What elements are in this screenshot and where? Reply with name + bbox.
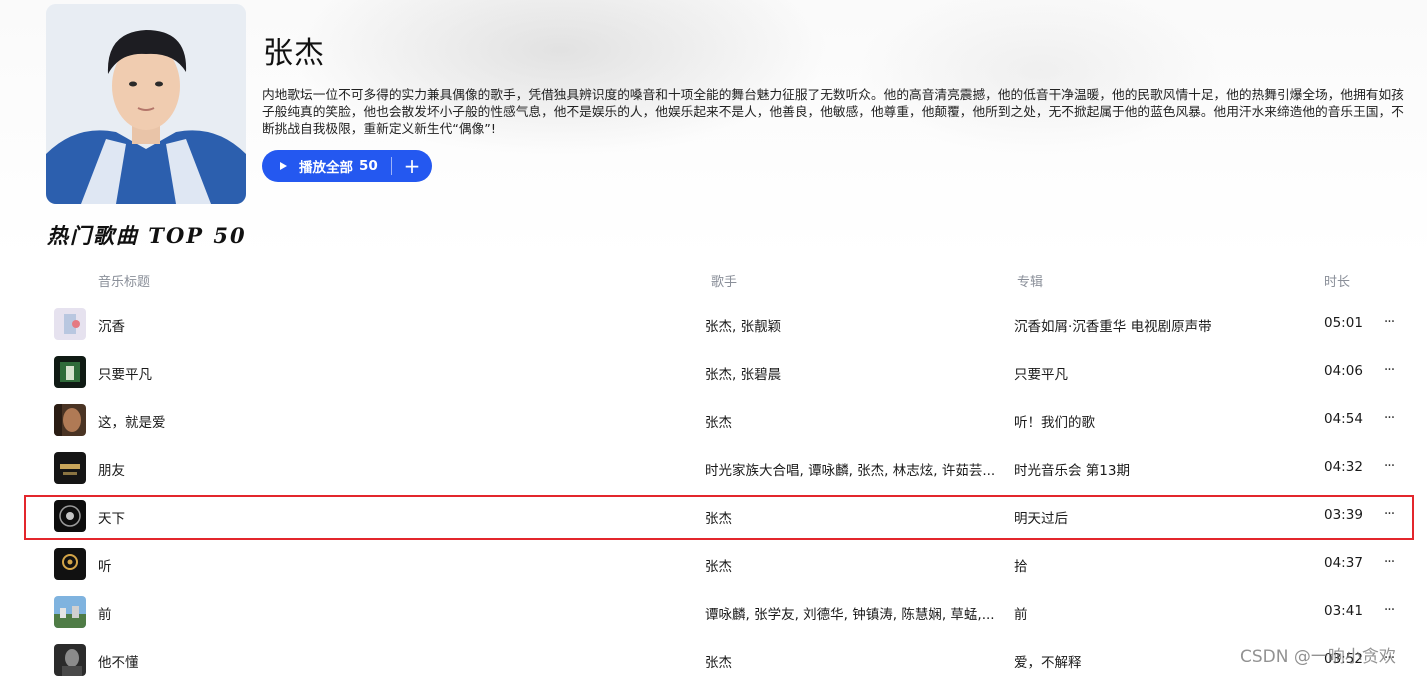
song-row[interactable]: 听 张杰 拾 04:37 ··· — [46, 540, 1406, 588]
song-album[interactable]: 听！我们的歌 — [1014, 411, 1304, 431]
play-all-button-group: 播放全部 50 + — [262, 150, 432, 182]
song-album[interactable]: 拾 — [1014, 555, 1304, 575]
album-cover — [54, 644, 86, 676]
more-options-icon[interactable]: ··· — [1382, 598, 1396, 622]
song-artist[interactable]: 谭咏麟, 张学友, 刘德华, 钟镇涛, 陈慧娴, 草蜢,... — [705, 603, 1003, 623]
song-row[interactable]: 这，就是爱 张杰 听！我们的歌 04:54 ··· — [46, 396, 1406, 444]
column-header-duration: 时长 — [1324, 275, 1351, 290]
play-all-button[interactable]: 播放全部 50 — [262, 150, 391, 182]
add-to-playlist-button[interactable]: + — [392, 150, 432, 182]
album-cover — [54, 356, 86, 388]
song-artist[interactable]: 张杰 — [705, 411, 1003, 431]
song-duration: 04:37 — [1324, 555, 1363, 571]
song-artist[interactable]: 时光家族大合唱, 谭咏麟, 张杰, 林志炫, 许茹芸... — [705, 459, 1003, 479]
song-row[interactable]: 朋友 时光家族大合唱, 谭咏麟, 张杰, 林志炫, 许茹芸... 时光音乐会 第… — [46, 444, 1406, 492]
song-duration: 05:01 — [1324, 315, 1363, 331]
album-cover — [54, 452, 86, 484]
album-cover — [54, 308, 86, 340]
song-title[interactable]: 这，就是爱 — [98, 411, 648, 431]
more-options-icon[interactable]: ··· — [1382, 310, 1396, 334]
artist-bio: 内地歌坛一位不可多得的实力兼具偶像的歌手，凭借独具辨识度的嗓音和十项全能的舞台魅… — [262, 87, 1404, 136]
song-duration: 04:32 — [1324, 459, 1363, 475]
song-artist[interactable]: 张杰, 张碧晨 — [705, 363, 1003, 383]
album-cover — [54, 404, 86, 436]
column-header-album: 专辑 — [1017, 275, 1044, 290]
song-row[interactable]: 天下 张杰 明天过后 03:39 ··· — [46, 492, 1406, 540]
column-header-title: 音乐标题 — [98, 275, 151, 290]
album-cover — [54, 548, 86, 580]
more-options-icon[interactable]: ··· — [1382, 502, 1396, 526]
song-artist[interactable]: 张杰, 张靓颖 — [705, 315, 1003, 335]
song-row[interactable]: 只要平凡 张杰, 张碧晨 只要平凡 04:06 ··· — [46, 348, 1406, 396]
song-album[interactable]: 明天过后 — [1014, 507, 1304, 527]
song-title[interactable]: 沉香 — [98, 315, 648, 335]
song-album[interactable]: 前 — [1014, 603, 1304, 623]
column-header-artist: 歌手 — [711, 275, 738, 290]
song-row[interactable]: 前 谭咏麟, 张学友, 刘德华, 钟镇涛, 陈慧娴, 草蜢,... 前 03:4… — [46, 588, 1406, 636]
song-album[interactable]: 沉香如屑·沉香重华 电视剧原声带 — [1014, 315, 1304, 335]
watermark: CSDN @一晌小贪欢 — [1240, 647, 1396, 667]
more-options-icon[interactable]: ··· — [1382, 550, 1396, 574]
song-row[interactable]: 他不懂 张杰 爱，不解释 03:52 ··· — [46, 636, 1406, 684]
song-title[interactable]: 他不懂 — [98, 651, 648, 671]
song-title[interactable]: 只要平凡 — [98, 363, 648, 383]
play-all-count: 50 — [359, 158, 378, 174]
song-title[interactable]: 听 — [98, 555, 648, 575]
album-cover — [54, 500, 86, 532]
more-options-icon[interactable]: ··· — [1382, 454, 1396, 478]
song-artist[interactable]: 张杰 — [705, 507, 1003, 527]
song-album[interactable]: 时光音乐会 第13期 — [1014, 459, 1304, 479]
artist-avatar — [46, 4, 246, 204]
song-duration: 03:39 — [1324, 507, 1363, 523]
play-all-label: 播放全部 — [299, 160, 353, 176]
more-options-icon[interactable]: ··· — [1382, 406, 1396, 430]
song-title[interactable]: 前 — [98, 603, 648, 623]
song-title[interactable]: 天下 — [98, 507, 648, 527]
more-options-icon[interactable]: ··· — [1382, 358, 1396, 382]
song-duration: 03:41 — [1324, 603, 1363, 619]
song-title[interactable]: 朋友 — [98, 459, 648, 479]
play-icon — [280, 162, 287, 170]
song-artist[interactable]: 张杰 — [705, 555, 1003, 575]
artist-name: 张杰 — [263, 36, 325, 71]
song-artist[interactable]: 张杰 — [705, 651, 1003, 671]
album-cover — [54, 596, 86, 628]
song-album[interactable]: 只要平凡 — [1014, 363, 1304, 383]
song-row[interactable]: 沉香 张杰, 张靓颖 沉香如屑·沉香重华 电视剧原声带 05:01 ··· — [46, 300, 1406, 348]
section-title: 热门歌曲 TOP 50 — [47, 223, 247, 248]
song-duration: 04:06 — [1324, 363, 1363, 379]
song-duration: 04:54 — [1324, 411, 1363, 427]
